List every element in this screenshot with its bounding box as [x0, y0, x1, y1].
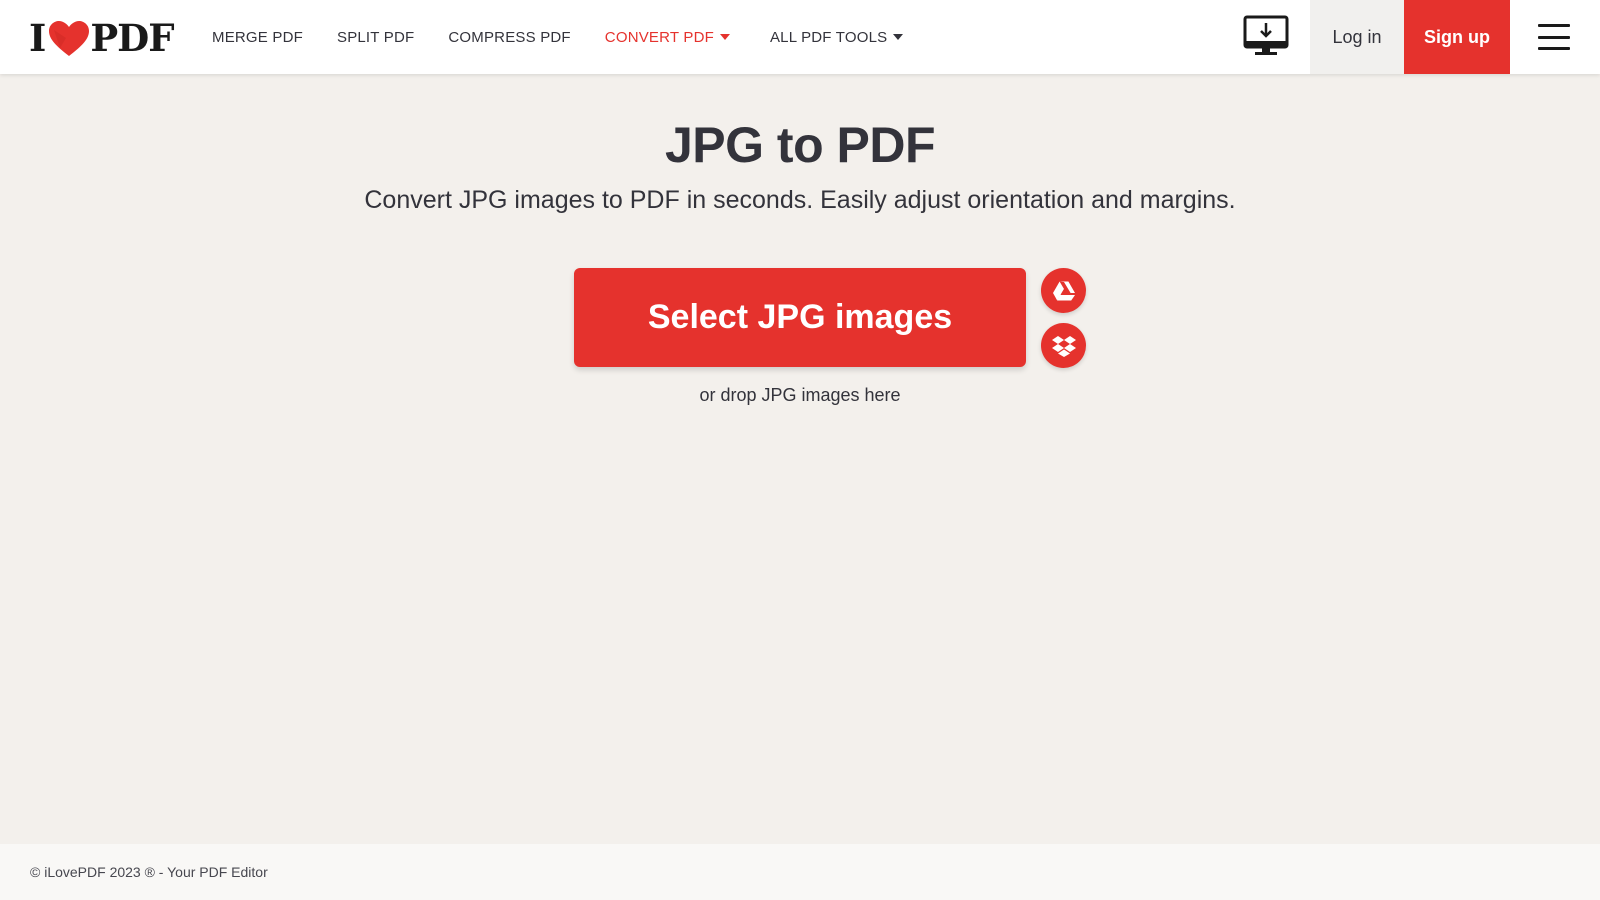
top-header: I PDF MERGE PDF SPLIT PDF COMPRESS PDF C…	[0, 0, 1600, 74]
nav-merge-pdf-label: MERGE PDF	[212, 28, 303, 46]
drop-hint: or drop JPG images here	[699, 385, 901, 405]
desktop-app-button[interactable]	[1242, 14, 1290, 58]
logo-letter-i: I	[29, 16, 46, 60]
nav-compress-pdf[interactable]: COMPRESS PDF	[448, 29, 570, 46]
dropbox-button[interactable]	[1041, 323, 1086, 368]
nav-convert-pdf-label: CONVERT PDF	[604, 28, 714, 46]
page-subtitle: Convert JPG images to PDF in seconds. Ea…	[364, 186, 1236, 214]
logo-letters-pdf: PDF	[90, 16, 174, 60]
nav-all-pdf-tools-label: ALL PDF TOOLS	[769, 28, 888, 46]
menu-line	[1538, 47, 1570, 50]
menu-line	[1538, 35, 1570, 39]
nav-split-pdf[interactable]: SPLIT PDF	[337, 29, 414, 46]
nav-all-pdf-tools[interactable]: ALL PDF TOOLS	[769, 28, 904, 46]
main-nav: MERGE PDF SPLIT PDF COMPRESS PDF CONVERT…	[212, 0, 937, 74]
select-files-button[interactable]: Select JPG images	[574, 268, 1026, 367]
caret-down-icon	[719, 34, 730, 40]
hamburger-menu-icon[interactable]	[1538, 24, 1570, 50]
ilovepdf-logo[interactable]: I PDF	[29, 16, 175, 60]
nav-merge-pdf[interactable]: MERGE PDF	[212, 29, 303, 46]
login-button[interactable]: Log in	[1310, 0, 1404, 74]
menu-line	[1538, 24, 1570, 27]
copyright-text: © iLovePDF 2023 ® - Your PDF Editor	[30, 864, 268, 880]
google-drive-button[interactable]	[1041, 268, 1086, 313]
nav-convert-pdf[interactable]: CONVERT PDF	[605, 29, 730, 46]
page-title: JPG to PDF	[664, 117, 936, 173]
nav-compress-pdf-label: COMPRESS PDF	[448, 28, 571, 46]
signup-button[interactable]: Sign up	[1404, 0, 1510, 74]
heart-logo-icon	[46, 18, 92, 58]
page-footer: © iLovePDF 2023 ® - Your PDF Editor	[0, 844, 1600, 900]
google-drive-icon	[1052, 281, 1075, 300]
caret-down-icon	[893, 34, 904, 40]
dropbox-icon	[1051, 335, 1076, 357]
desktop-download-icon	[1243, 15, 1289, 55]
nav-split-pdf-label: SPLIT PDF	[336, 28, 415, 46]
